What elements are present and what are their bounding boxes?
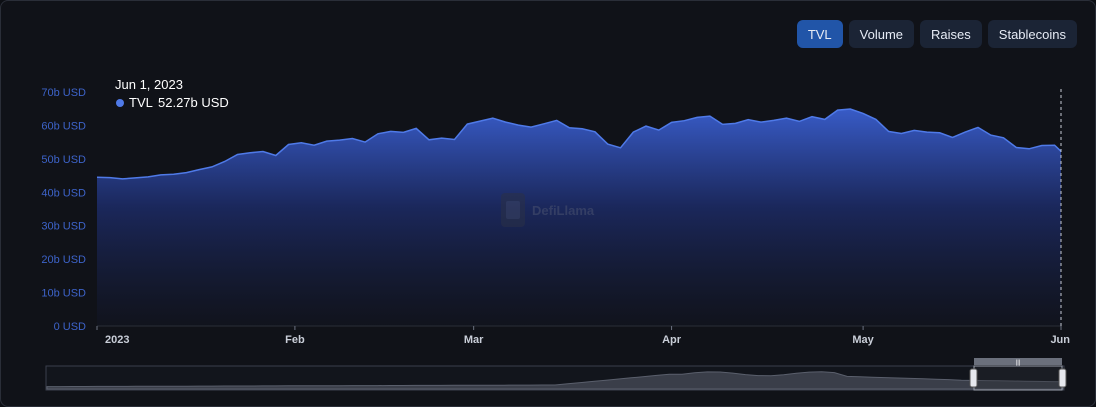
y-tick-label: 60b USD [41, 120, 86, 132]
slider-grip-icon: ||| [1016, 360, 1021, 366]
tvl-chart[interactable]: 0 USD 10b USD 20b USD 30b USD 40b USD 50b USD… [1, 1, 1096, 407]
x-tick-label: 2023 [105, 334, 129, 346]
watermark-text: DefiLlama [532, 203, 595, 218]
slider-selection[interactable] [973, 365, 1063, 391]
x-axis: 2023 Feb Mar Apr May Jun [96, 326, 1070, 346]
y-tick-label: 0 USD [54, 321, 86, 333]
series-marker-icon [116, 99, 124, 107]
y-axis: 0 USD 10b USD 20b USD 30b USD 40b USD 50b USD… [41, 87, 86, 333]
x-tick-label: May [852, 334, 874, 346]
slider-left-handle[interactable] [969, 368, 978, 388]
range-slider[interactable]: ||| [45, 358, 1067, 391]
y-tick-label: 10b USD [41, 288, 86, 300]
chart-panel: TVL Volume Raises Stablecoins 0 USD 10b U… [0, 0, 1096, 407]
x-tick-label: Mar [464, 334, 484, 346]
defillama-logo-icon [501, 193, 525, 227]
tooltip-series-name: TVL [129, 95, 153, 110]
x-tick-label: Jun [1050, 334, 1070, 346]
tooltip: Jun 1, 2023 TVL 52.27b USD [115, 77, 229, 110]
x-tick-label: Apr [662, 334, 682, 346]
y-tick-label: 20b USD [41, 254, 86, 266]
slider-right-handle[interactable] [1058, 368, 1067, 388]
tooltip-date: Jun 1, 2023 [115, 77, 183, 92]
y-tick-label: 70b USD [41, 87, 86, 99]
y-tick-label: 40b USD [41, 187, 86, 199]
y-tick-label: 30b USD [41, 221, 86, 233]
tooltip-value: 52.27b USD [158, 95, 229, 110]
x-tick-label: Feb [285, 334, 305, 346]
y-tick-label: 50b USD [41, 154, 86, 166]
